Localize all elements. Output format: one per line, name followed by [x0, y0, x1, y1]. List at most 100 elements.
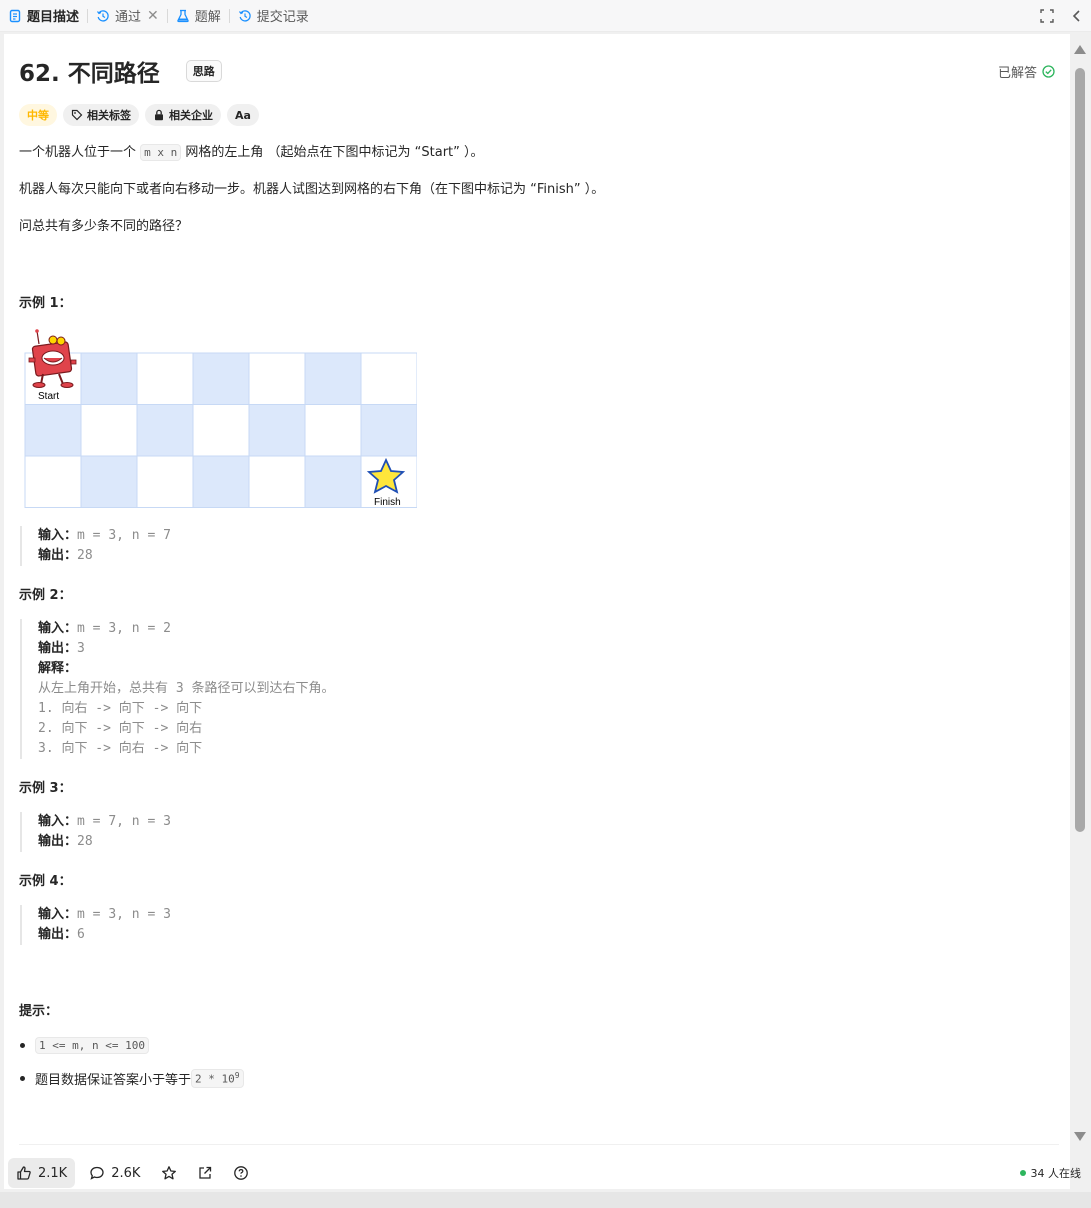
example-2-input: m = 3, n = 2	[77, 621, 171, 636]
help-button[interactable]	[226, 1158, 256, 1188]
description-paragraph-3: 问总共有多少条不同的路径？	[19, 219, 189, 234]
font-size-button[interactable]: Aa	[227, 104, 259, 126]
explain-label: 解释：	[38, 661, 78, 676]
grid-cell	[136, 404, 194, 457]
example-3-heading: 示例 3：	[19, 781, 72, 796]
example-4-heading: 示例 4：	[19, 874, 72, 889]
explain-line: 从左上角开始，总共有 3 条路径可以到达右下角。	[38, 681, 335, 696]
example-4-output: 6	[77, 927, 85, 942]
online-count: 34 人在线	[1030, 1167, 1082, 1180]
example-2-heading: 示例 2：	[19, 588, 72, 603]
example-2-block: 输入：m = 3, n = 2 输出：3 解释： 从左上角开始，总共有 3 条路…	[20, 619, 334, 759]
output-label: 输出：	[38, 548, 78, 563]
example-4-input: m = 3, n = 3	[77, 907, 171, 922]
hint-chip[interactable]: 思路	[185, 60, 222, 82]
tab-label: 提交记录	[256, 10, 309, 25]
description-panel: 62. 不同路径 思路 已解答 中等 相关标签 相关企业 Aa 一个机器人位于一…	[4, 34, 1070, 1189]
tab-solutions[interactable]: 题解	[168, 0, 229, 32]
constraint-code-base: 2 * 10	[195, 1072, 235, 1086]
grid-cell	[192, 404, 250, 457]
constraint-item: 1 <= m, n <= 100	[19, 1037, 149, 1054]
companies-label: 相关企业	[169, 109, 213, 122]
tab-description[interactable]: 题目描述	[0, 0, 87, 32]
output-label: 输出：	[38, 927, 78, 942]
solved-status: 已解答	[998, 62, 1055, 81]
description-paragraph-2: 机器人每次只能向下或者向右移动一步。机器人试图达到网格的右下角（在下图中标记为 …	[19, 182, 605, 197]
example-3-output: 28	[77, 834, 93, 849]
comments-button[interactable]: 2.6K	[81, 1158, 148, 1188]
question-icon	[234, 1166, 249, 1180]
tab-bar: 题目描述 通过 ✕ 题解 提交记录	[0, 0, 1091, 32]
output-label: 输出：	[38, 834, 78, 849]
share-button[interactable]	[190, 1158, 220, 1188]
grid-cell	[304, 352, 362, 405]
star-outline-icon	[162, 1166, 177, 1180]
document-icon	[8, 9, 22, 23]
companies-button[interactable]: 相关企业	[145, 104, 221, 126]
comment-count: 2.6K	[111, 1165, 141, 1181]
grid-cell	[136, 352, 194, 405]
scroll-down-icon[interactable]	[1073, 1130, 1087, 1142]
input-label: 输入：	[38, 621, 78, 636]
related-tags-button[interactable]: 相关标签	[63, 104, 139, 126]
constraints-heading: 提示：	[19, 1004, 59, 1019]
grid-cell	[24, 404, 82, 457]
online-indicator: 34 人在线	[1019, 1165, 1082, 1181]
tab-accepted[interactable]: 通过 ✕	[88, 0, 167, 32]
tag-row: 中等 相关标签 相关企业 Aa	[19, 104, 259, 126]
finish-label: Finish	[374, 497, 401, 508]
explain-line: 2. 向下 -> 向下 -> 向右	[38, 721, 203, 736]
flask-icon	[176, 9, 190, 23]
example-3-block: 输入：m = 7, n = 3 输出：28	[20, 812, 171, 852]
fullscreen-icon[interactable]	[1039, 8, 1055, 24]
constraint-code: 1 <= m, n <= 100	[35, 1037, 149, 1054]
collapse-panel-icon[interactable]	[1069, 8, 1085, 24]
history-icon	[96, 9, 110, 23]
input-label: 输入：	[38, 907, 78, 922]
bullet-dot	[20, 1043, 25, 1048]
description-paragraph-1: 一个机器人位于一个 m x n 网格的左上角 （起始点在下图中标记为 “Star…	[19, 143, 484, 163]
close-icon[interactable]: ✕	[147, 8, 159, 24]
tab-submissions[interactable]: 提交记录	[230, 0, 317, 32]
scroll-thumb[interactable]	[1075, 68, 1085, 832]
p1-text-after: 网格的左上角 （起始点在下图中标记为 “Start” ）。	[181, 145, 484, 160]
start-label: Start	[38, 391, 59, 402]
grid-cell	[80, 455, 138, 508]
divider	[19, 1144, 1059, 1145]
grid-cell	[360, 352, 418, 405]
share-icon	[199, 1166, 212, 1179]
scroll-up-icon[interactable]	[1073, 44, 1087, 56]
lock-icon	[155, 109, 163, 121]
input-label: 输入：	[38, 528, 78, 543]
grid-cell	[80, 352, 138, 405]
grid-cell	[360, 404, 418, 457]
grid-cell	[248, 352, 306, 405]
grid-cell	[24, 455, 82, 508]
inline-code-mxn: m x n	[140, 144, 182, 161]
like-button[interactable]: 2.1K	[8, 1158, 76, 1188]
tab-label: 通过	[115, 10, 142, 25]
explain-line: 1. 向右 -> 向下 -> 向下	[38, 701, 203, 716]
example-4-block: 输入：m = 3, n = 3 输出：6	[20, 905, 171, 945]
p1-text-before: 一个机器人位于一个	[19, 145, 141, 160]
grid-cell	[304, 455, 362, 508]
example-3-input: m = 7, n = 3	[77, 814, 171, 829]
comment-icon	[90, 1166, 104, 1180]
input-label: 输入：	[38, 814, 78, 829]
grid-cell	[192, 455, 250, 508]
grid-cell	[248, 455, 306, 508]
online-dot	[1019, 1170, 1026, 1176]
grid-cell	[192, 352, 250, 405]
scrollbar[interactable]	[1071, 40, 1089, 1150]
constraint-code: 2 * 109	[191, 1069, 244, 1088]
grid-cell	[248, 404, 306, 457]
solved-label: 已解答	[997, 65, 1037, 81]
favorite-button[interactable]	[154, 1158, 184, 1188]
example-1-input: m = 3, n = 7	[77, 528, 171, 543]
constraint-code-exponent: 9	[234, 1071, 240, 1081]
example-2-output: 3	[77, 641, 85, 656]
constraint-text: 题目数据保证答案小于等于	[35, 1073, 192, 1088]
tab-label: 题目描述	[27, 10, 80, 25]
constraint-item: 题目数据保证答案小于等于 2 * 109	[19, 1069, 244, 1088]
grid-cell	[304, 404, 362, 457]
